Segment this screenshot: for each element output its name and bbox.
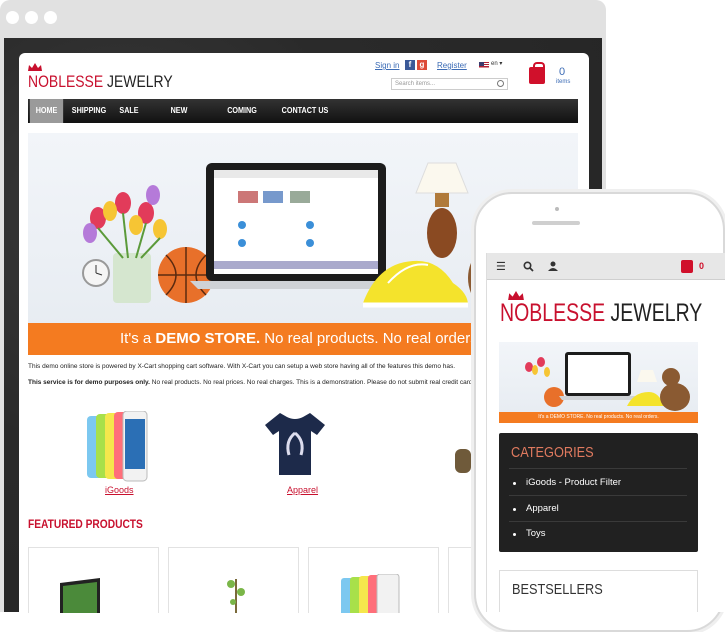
search-icon[interactable] bbox=[497, 80, 504, 87]
search-icon[interactable] bbox=[523, 261, 534, 272]
mobile-category-apparel[interactable]: Apparel bbox=[526, 503, 559, 514]
product-card-1[interactable] bbox=[28, 547, 159, 613]
crown-icon bbox=[28, 63, 42, 71]
cart-count[interactable]: 0 bbox=[559, 66, 565, 78]
cart-bag-icon[interactable] bbox=[529, 62, 545, 84]
nav-shipping[interactable]: SHIPPING bbox=[70, 99, 108, 123]
logo-second-word: JEWELRY bbox=[107, 72, 173, 91]
bullet bbox=[513, 508, 516, 511]
mobile-category-toys[interactable]: Toys bbox=[526, 528, 546, 539]
mobile-store-logo[interactable]: NOBLESSE JEWELRY bbox=[500, 299, 702, 328]
product-card-2[interactable] bbox=[168, 547, 299, 613]
window-dot-maximize[interactable] bbox=[44, 11, 57, 24]
facebook-icon[interactable]: f bbox=[405, 60, 415, 70]
banner-prefix: It's a bbox=[120, 330, 156, 347]
phone-speaker bbox=[532, 221, 580, 225]
mobile-logo-first: NOBLESSE bbox=[500, 299, 606, 327]
mobile-hero-banner[interactable]: It's a DEMO STORE. No real products. No … bbox=[499, 342, 698, 423]
search-input[interactable]: Search items... bbox=[391, 78, 508, 90]
bestsellers-title: BESTSELLERS bbox=[512, 581, 603, 598]
category-label-igoods[interactable]: iGoods bbox=[105, 485, 134, 495]
cart-label[interactable]: items bbox=[556, 79, 570, 85]
mobile-cart-icon[interactable] bbox=[681, 260, 693, 273]
register-link[interactable]: Register bbox=[437, 61, 467, 70]
banner-strong: DEMO STORE. bbox=[155, 330, 261, 347]
featured-products-title: FEATURED PRODUCTS bbox=[28, 517, 143, 531]
mobile-categories-panel: CATEGORIES iGoods - Product Filter Appar… bbox=[499, 433, 698, 552]
sign-in-link[interactable]: Sign in bbox=[375, 61, 399, 70]
iphones-image bbox=[87, 411, 148, 482]
categories-title: CATEGORIES bbox=[511, 444, 594, 461]
intro-rest: No real products. No real prices. No rea… bbox=[149, 379, 489, 386]
mobile-store-page: ☰ 0 NOBLESSE JEWELRY It's a DEMO STORE. … bbox=[486, 253, 725, 612]
mobile-demo-banner: It's a DEMO STORE. No real products. No … bbox=[499, 412, 698, 423]
banner-suffix: No real products. No real orders. bbox=[260, 330, 482, 347]
google-plus-icon[interactable]: g bbox=[417, 60, 427, 70]
nav-coming-soon[interactable]: COMING SOON bbox=[216, 99, 268, 139]
language-selector[interactable]: en ▾ bbox=[491, 60, 502, 67]
lamp-illustration bbox=[415, 162, 469, 258]
product-iphones-image bbox=[341, 574, 400, 613]
divider bbox=[509, 468, 687, 469]
logo-first-word: NOBLESSE bbox=[28, 72, 104, 91]
us-flag-icon[interactable] bbox=[479, 62, 489, 69]
nav-contact-us[interactable]: CONTACT US bbox=[280, 99, 330, 123]
bullet bbox=[513, 533, 516, 536]
nav-home[interactable]: HOME bbox=[29, 99, 64, 123]
clock-illustration bbox=[82, 259, 110, 287]
phone-camera bbox=[555, 207, 559, 211]
mobile-category-igoods[interactable]: iGoods - Product Filter bbox=[526, 477, 621, 488]
product-laptop-image bbox=[60, 578, 100, 613]
mobile-logo-second: JEWELRY bbox=[610, 299, 703, 327]
mobile-bestsellers-panel: BESTSELLERS bbox=[499, 570, 698, 612]
product-plant-image bbox=[227, 579, 245, 613]
product-card-3[interactable] bbox=[308, 547, 439, 613]
main-navigation: HOME SHIPPING SALE NEW ARRIVALS COMING S… bbox=[28, 99, 578, 139]
mobile-hero-illustration bbox=[525, 352, 690, 411]
divider bbox=[509, 521, 687, 522]
mobile-top-bar: ☰ 0 bbox=[487, 253, 725, 280]
intro-strong: This service is for demo purposes only. bbox=[28, 379, 150, 386]
nav-new-arrivals[interactable]: NEW ARRIVALS bbox=[153, 99, 205, 139]
user-icon[interactable] bbox=[548, 261, 558, 271]
basketball-illustration bbox=[158, 247, 214, 303]
menu-icon[interactable]: ☰ bbox=[496, 260, 506, 273]
toy-image-partial[interactable] bbox=[455, 449, 471, 473]
window-dot-minimize[interactable] bbox=[25, 11, 38, 24]
bullet bbox=[513, 482, 516, 485]
intro-text-line1: This demo online store is powered by X-C… bbox=[28, 363, 456, 370]
category-label-apparel[interactable]: Apparel bbox=[287, 485, 318, 495]
window-dot-close[interactable] bbox=[6, 11, 19, 24]
mobile-cart-count[interactable]: 0 bbox=[699, 261, 704, 271]
language-code: en bbox=[491, 61, 498, 67]
intro-text-line2: This service is for demo purposes only. … bbox=[28, 379, 489, 386]
nav-sale[interactable]: SALE bbox=[117, 99, 140, 123]
browser-title-bar bbox=[0, 0, 606, 38]
tshirt-image bbox=[265, 413, 325, 475]
divider bbox=[509, 495, 687, 496]
laptop-illustration bbox=[190, 163, 402, 289]
